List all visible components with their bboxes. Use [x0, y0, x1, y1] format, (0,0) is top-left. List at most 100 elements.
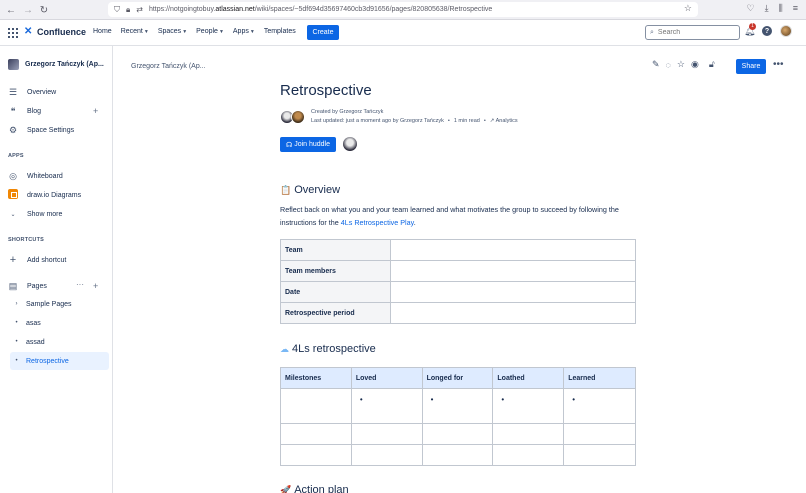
bookmark-star-icon[interactable]: ☆	[684, 3, 692, 14]
back-icon[interactable]: ←	[4, 3, 18, 17]
user-avatar[interactable]	[780, 25, 792, 37]
app-switcher-icon[interactable]	[8, 28, 18, 38]
table-cell[interactable]	[492, 444, 565, 466]
nav-apps[interactable]: Apps ▼	[233, 28, 255, 35]
star-icon[interactable]: ☆	[677, 59, 685, 70]
download-icon[interactable]: ⤓	[765, 3, 769, 14]
sidebar-item-label: Show more	[27, 210, 63, 218]
table-cell[interactable]	[390, 302, 636, 324]
more-actions-icon[interactable]: ···	[76, 280, 84, 289]
gear-icon: ⚙	[8, 124, 18, 135]
chevron-down-icon: ⌄	[10, 211, 16, 218]
sidebar-item-overview[interactable]: ☰ Overview	[8, 84, 56, 100]
table-cell[interactable]: •	[563, 388, 636, 424]
table-cell[interactable]	[280, 388, 352, 424]
create-button[interactable]: Create	[307, 25, 339, 40]
sidebar-item-blog[interactable]: ❝ Blog	[8, 103, 41, 119]
sidebar-item-pages[interactable]: ▤ Pages	[8, 278, 47, 294]
space-avatar	[8, 59, 19, 70]
nav-home[interactable]: Home	[93, 28, 112, 35]
watch-eye-icon[interactable]: ◉	[691, 59, 699, 70]
breadcrumb[interactable]: Grzegorz Tańczyk (Ap...	[131, 63, 206, 70]
sidebar-item-label: Space Settings	[27, 126, 75, 134]
overview-heading: 📋 Overview	[280, 184, 341, 196]
page-tree-item[interactable]: › Sample Pages	[14, 296, 72, 312]
table-header-cell: Team members	[280, 260, 391, 282]
table-header-row: Milestones Loved Longed for Loathed Lear…	[280, 367, 636, 389]
byline: Created by Grzegorz Tańczyk Last updated…	[280, 108, 518, 126]
table-cell[interactable]	[390, 239, 636, 261]
page-tree-item[interactable]: • asas	[14, 315, 41, 331]
add-page-icon[interactable]: +	[93, 281, 98, 291]
table-cell[interactable]: •	[350, 388, 423, 424]
table-cell[interactable]	[280, 423, 352, 445]
library-icon[interactable]: ⫼	[779, 3, 783, 14]
table-cell[interactable]	[390, 260, 636, 282]
table-cell[interactable]	[421, 444, 494, 466]
contributor-avatar[interactable]	[291, 110, 305, 124]
table-cell[interactable]	[390, 281, 636, 303]
search-input[interactable]	[657, 29, 728, 36]
sidebar-item-drawio[interactable]: draw.io Diagrams	[8, 187, 81, 203]
whiteboard-icon: ◎	[9, 170, 17, 181]
url-text: https://notgoingtobuy.atlassian.net/wiki…	[148, 6, 493, 13]
browser-toolbar: ← → ↻ ⛉ 🔒︎ ⇄ https://notgoingtobuy.atlas…	[0, 0, 806, 20]
address-bar[interactable]: ⛉ 🔒︎ ⇄ https://notgoingtobuy.atlassian.n…	[108, 2, 698, 17]
bullet-point: •	[572, 395, 575, 404]
table-cell[interactable]	[421, 423, 494, 445]
blog-icon: ❝	[10, 105, 16, 116]
apps-heading: APPS	[8, 153, 24, 159]
add-blog-icon[interactable]: +	[93, 106, 98, 116]
chevron-down-icon: ▼	[182, 28, 188, 35]
table-cell[interactable]: •	[421, 388, 494, 424]
confluence-logo[interactable]: ✕ Confluence	[24, 27, 86, 38]
restrictions-lock-icon[interactable]: 🔓︎	[709, 59, 715, 70]
table-header-cell: Date	[280, 281, 391, 303]
add-shortcut[interactable]: + Add shortcut	[8, 252, 67, 268]
created-by: Created by Grzegorz Tańczyk	[311, 109, 384, 115]
table-header-cell: Learned	[563, 367, 636, 389]
sidebar-item-label: Blog	[27, 107, 42, 115]
sidebar-item-label: Overview	[27, 88, 57, 96]
separator: •	[447, 118, 450, 124]
sidebar-item-whiteboard[interactable]: ◎ Whiteboard	[8, 168, 63, 184]
table-cell[interactable]	[280, 444, 352, 466]
last-updated: Last updated: just a moment ago by Grzeg…	[311, 118, 444, 124]
more-actions-icon[interactable]: •••	[773, 59, 784, 70]
table-cell[interactable]	[563, 444, 636, 466]
table-cell[interactable]	[350, 423, 423, 445]
table-cell[interactable]	[492, 423, 565, 445]
table-cell[interactable]: •	[492, 388, 565, 424]
table-header-cell: Team	[280, 239, 391, 261]
bullet-point: •	[359, 395, 363, 404]
read-time: 1 min read	[453, 118, 480, 124]
table-cell[interactable]	[563, 423, 636, 445]
notifications-bell-icon[interactable]: 🔔︎ 1	[744, 22, 756, 37]
page-tree-item-active[interactable]: • Retrospective	[10, 352, 109, 370]
page-tree-label: asas	[26, 319, 41, 327]
nav-recent[interactable]: Recent ▼	[121, 28, 149, 35]
nav-people[interactable]: People ▼	[196, 28, 224, 35]
edit-pencil-icon[interactable]: ✎	[652, 59, 660, 70]
forward-icon[interactable]: →	[21, 3, 35, 17]
comment-icon[interactable]: ◌	[666, 60, 671, 70]
search-box[interactable]: ⌕	[645, 25, 740, 40]
play-link[interactable]: 4Ls Retrospective Play	[341, 218, 414, 227]
nav-spaces[interactable]: Spaces ▼	[158, 28, 187, 35]
pocket-icon[interactable]: ♡	[747, 3, 755, 14]
analytics-link[interactable]: ↗ Analytics	[490, 117, 518, 126]
nav-templates[interactable]: Templates	[264, 28, 296, 35]
table-cell[interactable]	[350, 444, 423, 466]
share-button[interactable]: Share	[736, 59, 766, 74]
reload-icon[interactable]: ↻	[37, 3, 51, 17]
help-icon[interactable]: ?	[762, 26, 772, 36]
page-tree-item[interactable]: • assad	[14, 334, 44, 350]
sidebar-item-space-settings[interactable]: ⚙ Space Settings	[8, 122, 74, 138]
space-header[interactable]: Grzegorz Tańczyk (Ap...	[8, 59, 104, 70]
table-row: • • • •	[280, 388, 636, 424]
menu-icon[interactable]: ≡	[793, 3, 798, 14]
sidebar-show-more[interactable]: ⌄ Show more	[8, 206, 62, 222]
join-huddle-button[interactable]: ☊ Join huddle	[280, 137, 336, 152]
huddle-participant-avatar[interactable]	[343, 137, 357, 151]
bullet-icon: •	[15, 358, 18, 364]
